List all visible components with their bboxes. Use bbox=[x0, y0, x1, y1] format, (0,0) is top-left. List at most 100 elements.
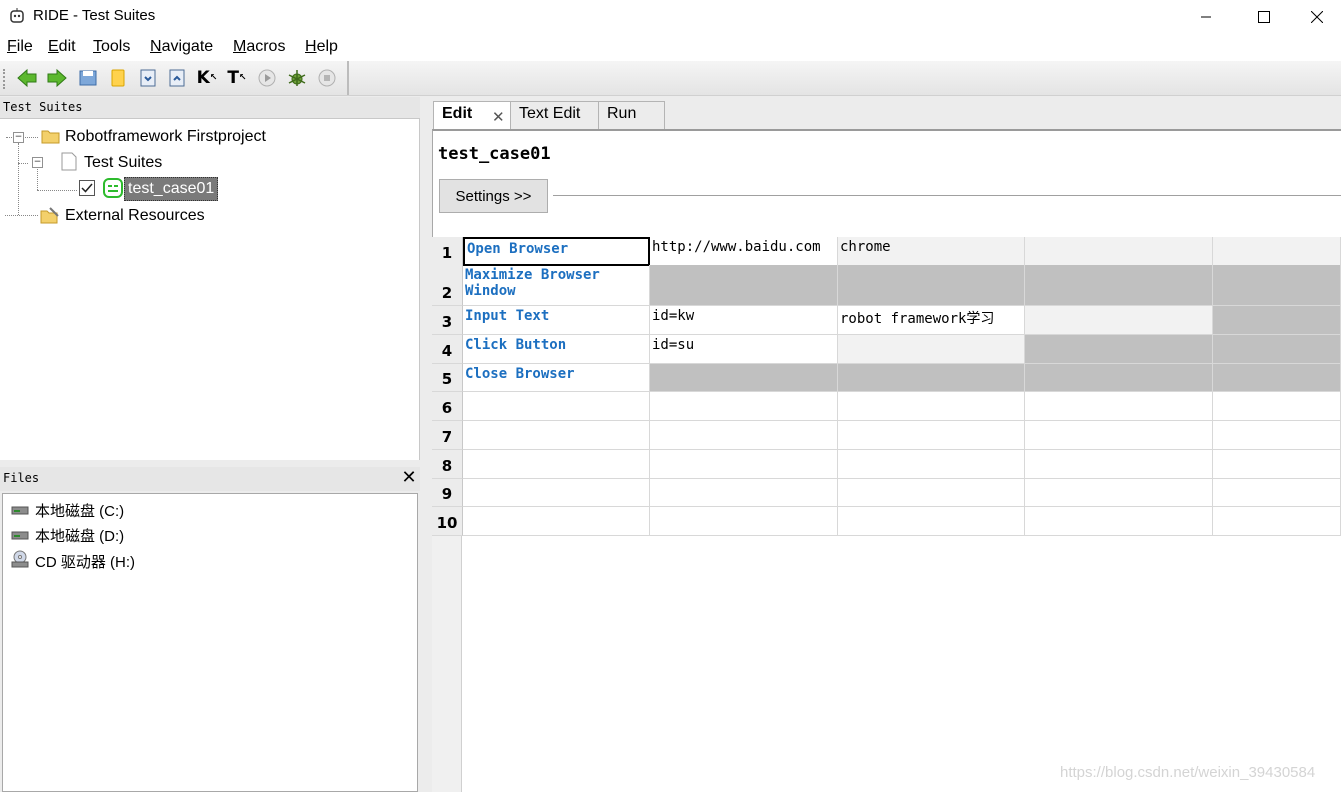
keyword-cell[interactable] bbox=[463, 479, 650, 507]
watermark-text: https://blog.csdn.net/weixin_39430584 bbox=[1060, 764, 1316, 781]
argument-cell[interactable] bbox=[1025, 364, 1213, 392]
argument-cell[interactable] bbox=[838, 421, 1025, 450]
argument-cell[interactable] bbox=[1213, 479, 1341, 507]
row-number[interactable]: 6 bbox=[432, 392, 463, 421]
argument-cell[interactable]: id=kw bbox=[650, 306, 838, 335]
argument-cell[interactable] bbox=[838, 479, 1025, 507]
argument-cell[interactable] bbox=[1213, 237, 1341, 266]
row-number[interactable]: 8 bbox=[432, 450, 463, 479]
menu-file[interactable]: File bbox=[7, 38, 33, 56]
hard-drive-icon bbox=[11, 502, 29, 519]
drive-h-item[interactable]: CD 驱动器 (H:) bbox=[11, 550, 135, 572]
row-number[interactable]: 9 bbox=[432, 479, 463, 507]
stop-icon[interactable] bbox=[316, 67, 338, 89]
keyword-cell[interactable] bbox=[463, 507, 650, 536]
keyword-cell[interactable]: Close Browser bbox=[463, 364, 650, 392]
argument-cell[interactable] bbox=[1213, 421, 1341, 450]
keyword-cell[interactable] bbox=[463, 421, 650, 450]
drive-d-item[interactable]: 本地磁盘 (D:) bbox=[11, 525, 124, 546]
argument-cell[interactable]: robot framework学习 bbox=[838, 306, 1025, 335]
argument-cell[interactable] bbox=[650, 364, 838, 392]
debug-icon[interactable] bbox=[286, 67, 308, 89]
row-number[interactable]: 4 bbox=[432, 335, 463, 364]
keyword-cell[interactable]: Maximize Browser Window bbox=[463, 265, 650, 306]
toolbar-grip[interactable] bbox=[3, 69, 5, 89]
close-files-panel-icon[interactable]: ✕ bbox=[401, 468, 417, 488]
argument-cell[interactable] bbox=[1025, 265, 1213, 306]
tree-item-test-case-selected[interactable]: test_case01 bbox=[124, 177, 219, 201]
import-icon[interactable] bbox=[137, 67, 159, 89]
menu-navigate[interactable]: Navigate bbox=[150, 38, 213, 56]
argument-cell[interactable] bbox=[1213, 364, 1341, 392]
open-folder-icon[interactable] bbox=[107, 67, 129, 89]
keyword-cell[interactable] bbox=[463, 392, 650, 421]
drive-c-item[interactable]: 本地磁盘 (C:) bbox=[11, 500, 124, 521]
argument-cell[interactable]: http://www.baidu.com bbox=[650, 237, 838, 266]
argument-cell[interactable] bbox=[1213, 306, 1341, 335]
argument-cell[interactable] bbox=[1025, 479, 1213, 507]
keyword-text: Open Browser bbox=[467, 241, 569, 257]
files-panel-title: Files bbox=[3, 471, 40, 485]
run-icon[interactable] bbox=[256, 67, 278, 89]
menu-tools[interactable]: Tools bbox=[93, 38, 130, 56]
argument-cell[interactable] bbox=[1025, 392, 1213, 421]
argument-cell[interactable] bbox=[838, 364, 1025, 392]
tree-item-project[interactable]: Robotframework Firstproject bbox=[65, 128, 266, 146]
test-case-checkbox[interactable] bbox=[79, 180, 95, 200]
keyword-cell[interactable] bbox=[463, 450, 650, 479]
argument-cell[interactable] bbox=[650, 421, 838, 450]
argument-cell[interactable] bbox=[1025, 306, 1213, 335]
argument-cell[interactable] bbox=[650, 450, 838, 479]
minimize-button[interactable] bbox=[1177, 0, 1235, 33]
close-window-button[interactable] bbox=[1293, 0, 1341, 33]
argument-cell[interactable] bbox=[1025, 450, 1213, 479]
project-folder-icon bbox=[41, 128, 60, 148]
argument-cell[interactable] bbox=[650, 479, 838, 507]
row-number[interactable]: 10 bbox=[432, 507, 463, 536]
selected-cell[interactable]: Open Browser bbox=[463, 237, 650, 266]
keyword-cell[interactable]: Click Button bbox=[463, 335, 650, 364]
argument-cell[interactable] bbox=[838, 265, 1025, 306]
argument-cell[interactable] bbox=[1213, 392, 1341, 421]
argument-cell[interactable] bbox=[1025, 335, 1213, 364]
back-icon[interactable] bbox=[16, 67, 38, 89]
argument-cell[interactable]: chrome bbox=[838, 237, 1025, 266]
argument-cell[interactable] bbox=[1025, 421, 1213, 450]
argument-cell[interactable] bbox=[1213, 450, 1341, 479]
argument-cell[interactable] bbox=[1213, 335, 1341, 364]
row-number[interactable]: 2 bbox=[432, 265, 463, 306]
tree-item-suite[interactable]: Test Suites bbox=[84, 154, 162, 172]
test-search-icon[interactable]: T ↖ bbox=[226, 67, 248, 89]
keyword-search-icon[interactable]: K ↖ bbox=[196, 67, 218, 89]
keyword-cell[interactable]: Input Text bbox=[463, 306, 650, 335]
tree-item-external-resources[interactable]: External Resources bbox=[65, 207, 205, 225]
row-number[interactable]: 1 bbox=[432, 237, 463, 266]
argument-cell[interactable] bbox=[650, 507, 838, 536]
argument-cell[interactable]: id=su bbox=[650, 335, 838, 364]
argument-cell[interactable] bbox=[1025, 507, 1213, 536]
argument-cell[interactable] bbox=[1025, 237, 1213, 266]
argument-cell[interactable] bbox=[838, 507, 1025, 536]
collapse-suite-toggle[interactable]: − bbox=[32, 157, 43, 168]
argument-cell[interactable] bbox=[1213, 265, 1341, 306]
maximize-button[interactable] bbox=[1235, 0, 1293, 33]
collapse-root-toggle[interactable]: − bbox=[13, 132, 24, 143]
argument-cell[interactable] bbox=[650, 265, 838, 306]
row-number[interactable]: 3 bbox=[432, 306, 463, 335]
argument-cell[interactable] bbox=[650, 392, 838, 421]
argument-cell[interactable] bbox=[1213, 507, 1341, 536]
close-tab-icon[interactable]: ✕ bbox=[492, 108, 505, 126]
settings-button[interactable]: Settings >> bbox=[439, 179, 548, 213]
row-number[interactable]: 5 bbox=[432, 364, 463, 392]
keyword-text: Input Text bbox=[465, 308, 550, 324]
argument-cell[interactable] bbox=[838, 450, 1025, 479]
forward-icon[interactable] bbox=[46, 67, 68, 89]
save-icon[interactable] bbox=[77, 67, 99, 89]
export-icon[interactable] bbox=[166, 67, 188, 89]
argument-cell[interactable] bbox=[838, 335, 1025, 364]
menu-help[interactable]: Help bbox=[305, 38, 338, 56]
argument-cell[interactable] bbox=[838, 392, 1025, 421]
menu-macros[interactable]: Macros bbox=[233, 38, 285, 56]
menu-edit[interactable]: Edit bbox=[48, 38, 76, 56]
row-number[interactable]: 7 bbox=[432, 421, 463, 450]
